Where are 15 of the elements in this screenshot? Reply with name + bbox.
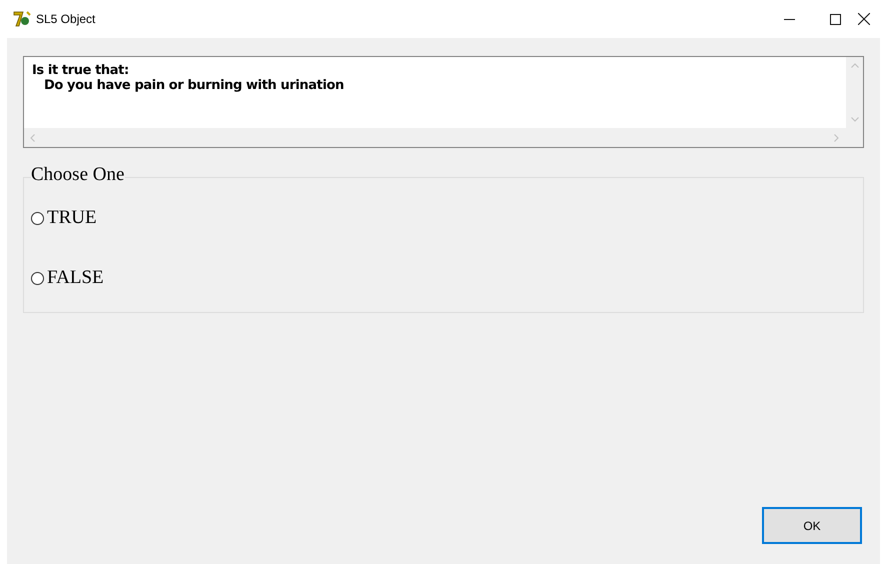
close-icon (858, 13, 870, 25)
minimize-icon (784, 18, 794, 20)
scroll-down-icon[interactable] (850, 117, 858, 122)
scroll-up-icon[interactable] (850, 63, 858, 68)
maximize-icon (830, 14, 840, 24)
radio-option[interactable]: FALSE (31, 267, 104, 289)
radio-option[interactable]: TRUE (31, 207, 104, 229)
scroll-right-icon[interactable] (834, 134, 839, 142)
question-text-area[interactable]: Is it true that: Do you have pain or burning with urination (23, 56, 864, 148)
ok-button[interactable]: OK (762, 507, 862, 544)
question-line: Do you have pain or burning with urination (43, 78, 345, 93)
window-title: SL5 Object (36, 11, 96, 28)
scroll-left-icon[interactable] (30, 134, 35, 142)
question-line: Is it true that: (32, 63, 130, 78)
app-logo-icon (12, 10, 32, 28)
